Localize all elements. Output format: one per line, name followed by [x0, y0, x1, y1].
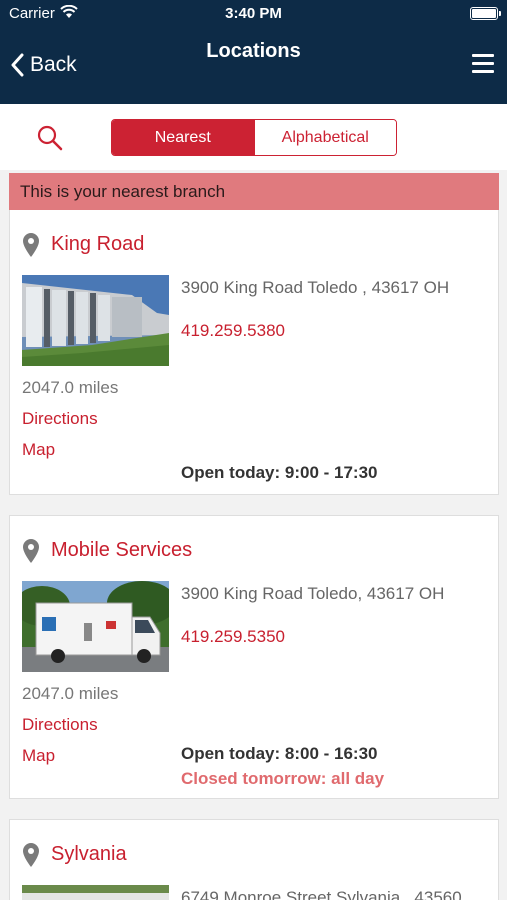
location-distance: 2047.0 miles [22, 684, 119, 703]
app-header: Carrier 3:40 PM Back Locations [0, 0, 507, 104]
location-phone-link[interactable]: 419.259.5380 [181, 321, 285, 341]
filter-toolbar: Nearest Alphabetical [0, 104, 507, 170]
location-address: 3900 King Road Toledo , 43617 OH [181, 278, 450, 297]
location-name[interactable]: Mobile Services [51, 539, 192, 562]
hamburger-menu-icon[interactable] [472, 54, 494, 74]
location-address: 3900 King Road Toledo, 43617 OH [181, 584, 445, 603]
location-address: 6749 Monroe Street Sylvania , 43560 [181, 888, 462, 900]
directions-link[interactable]: Directions [22, 409, 98, 429]
hours-today: Open today: 8:00 - 16:30 [181, 744, 378, 763]
battery-icon [470, 7, 501, 20]
location-pin-icon [23, 233, 39, 257]
location-pin-icon [23, 539, 39, 563]
location-pin-icon [23, 843, 39, 867]
branch-photo [22, 275, 169, 366]
search-icon[interactable] [36, 124, 64, 152]
tab-nearest[interactable]: Nearest [112, 120, 254, 155]
location-card[interactable]: King Road 3900 King Road Toledo , 43617 … [9, 210, 499, 495]
directions-link[interactable]: Directions [22, 715, 98, 735]
location-distance: 2047.0 miles [22, 378, 119, 397]
nearest-branch-banner: This is your nearest branch [9, 173, 499, 210]
location-name[interactable]: Sylvania [51, 843, 127, 866]
tab-alphabetical[interactable]: Alphabetical [253, 120, 396, 155]
location-phone-link[interactable]: 419.259.5350 [181, 627, 285, 647]
map-link[interactable]: Map [22, 746, 55, 766]
clock: 3:40 PM [225, 5, 282, 22]
branch-photo [22, 885, 169, 900]
mobile-van-photo [22, 581, 169, 672]
hours-today: Open today: 9:00 - 17:30 [181, 463, 378, 482]
location-card[interactable]: Sylvania 6749 Monroe Street Sylvania , 4… [9, 819, 499, 900]
location-name[interactable]: King Road [51, 233, 144, 256]
location-card[interactable]: Mobile Services 3900 King Road Toledo, 4… [9, 515, 499, 799]
status-bar: Carrier 3:40 PM [0, 0, 507, 28]
hours-tomorrow: Closed tomorrow: all day [181, 769, 385, 788]
sort-segmented-control: Nearest Alphabetical [111, 119, 397, 156]
page-title: Locations [206, 40, 301, 62]
map-link[interactable]: Map [22, 440, 55, 460]
